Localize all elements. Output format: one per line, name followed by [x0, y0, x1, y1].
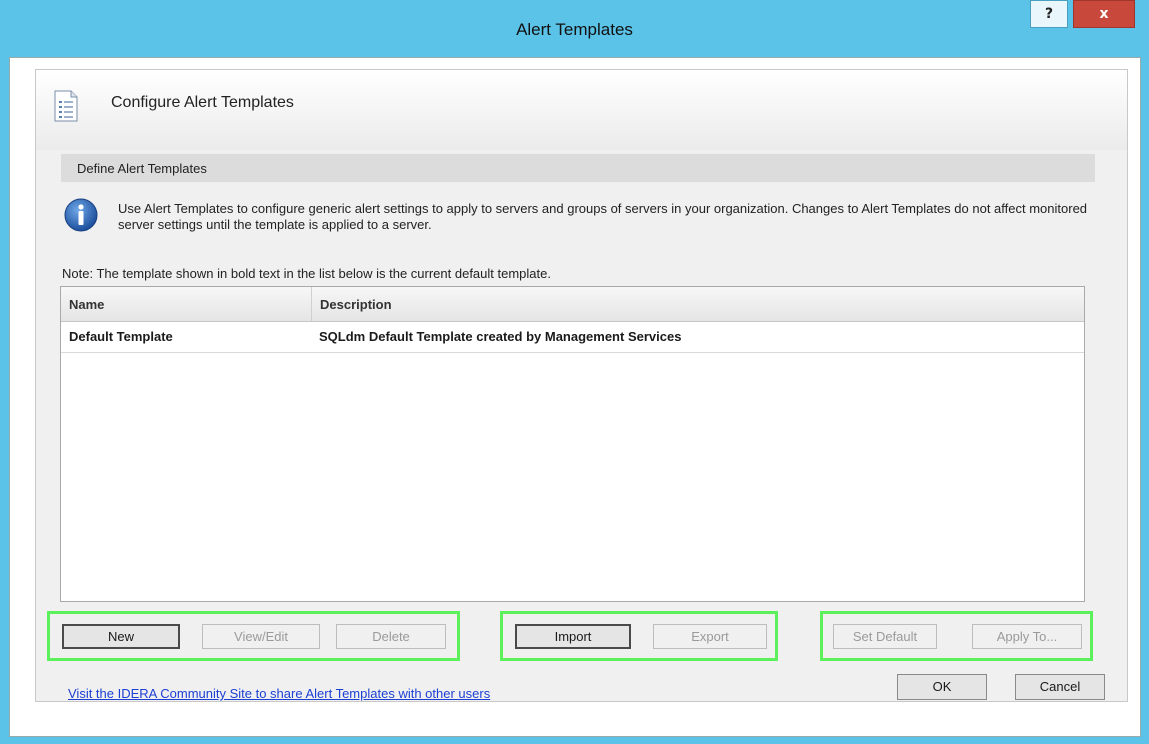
export-button[interactable]: Export [653, 624, 767, 649]
title-bar[interactable]: Alert Templates ? x [0, 0, 1149, 57]
ok-button[interactable]: OK [897, 674, 987, 700]
header-band: Configure Alert Templates [36, 70, 1127, 150]
window-title: Alert Templates [516, 20, 633, 39]
import-button[interactable]: Import [515, 624, 631, 649]
main-panel: Configure Alert Templates Define Alert T… [35, 69, 1128, 702]
section-header: Define Alert Templates [61, 154, 1095, 182]
template-actions-group: New View/Edit Delete [47, 611, 460, 661]
template-name-cell: Default Template [69, 329, 173, 344]
view-edit-button[interactable]: View/Edit [202, 624, 320, 649]
page-title: Configure Alert Templates [111, 94, 294, 111]
apply-to-button[interactable]: Apply To... [972, 624, 1082, 649]
templates-list[interactable]: Name Description Default Template SQLdm … [60, 286, 1085, 602]
help-button[interactable]: ? [1030, 0, 1068, 28]
list-header: Name Description [61, 287, 1084, 322]
cancel-button[interactable]: Cancel [1015, 674, 1105, 700]
note-text: Note: The template shown in bold text in… [62, 266, 551, 281]
delete-button[interactable]: Delete [336, 624, 446, 649]
default-apply-group: Set Default Apply To... [820, 611, 1093, 661]
info-text: Use Alert Templates to configure generic… [118, 201, 1088, 232]
dialog-window: Alert Templates ? x Configure Alert Temp… [0, 0, 1149, 744]
section-title: Define Alert Templates [77, 161, 207, 176]
info-icon [64, 198, 98, 232]
table-row[interactable]: Default Template SQLdm Default Template … [61, 322, 1084, 353]
column-header-description[interactable]: Description [312, 287, 1084, 321]
dialog-client-area: Configure Alert Templates Define Alert T… [9, 57, 1141, 737]
column-header-label: Name [69, 297, 105, 312]
import-export-group: Import Export [500, 611, 778, 661]
document-list-icon [54, 90, 78, 122]
template-description-cell: SQLdm Default Template created by Manage… [319, 329, 682, 344]
set-default-button[interactable]: Set Default [833, 624, 937, 649]
new-button[interactable]: New [62, 624, 180, 649]
column-header-name[interactable]: Name [61, 287, 312, 321]
community-site-link[interactable]: Visit the IDERA Community Site to share … [68, 686, 490, 701]
close-button[interactable]: x [1073, 0, 1135, 28]
column-header-label: Description [320, 297, 392, 312]
